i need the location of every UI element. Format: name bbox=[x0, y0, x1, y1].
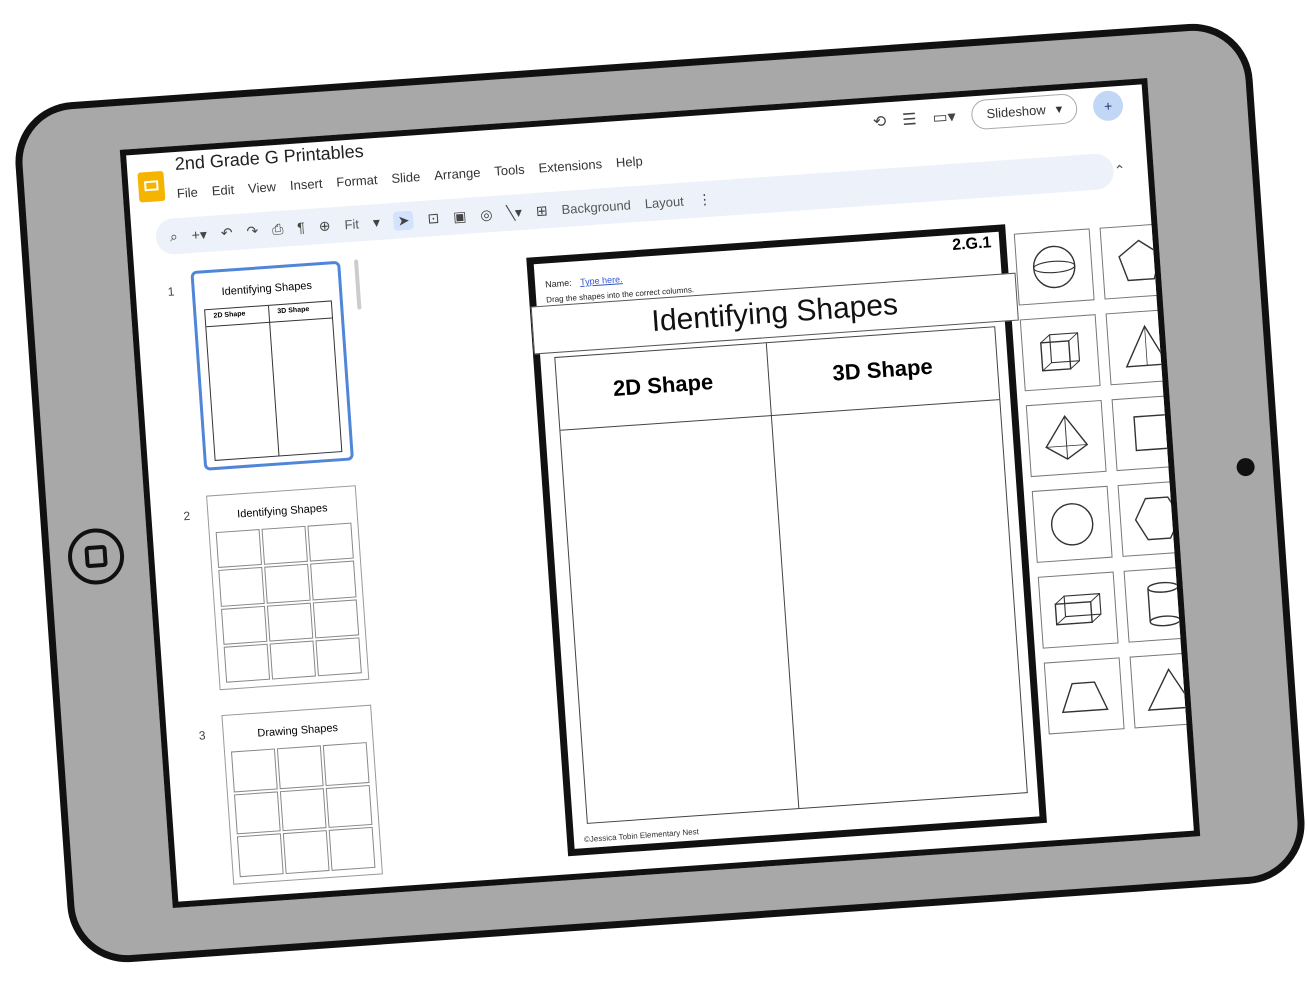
paint-format-icon[interactable]: ¶ bbox=[297, 219, 306, 235]
more-icon[interactable]: ⋮ bbox=[697, 190, 712, 208]
menu-extensions[interactable]: Extensions bbox=[538, 156, 602, 175]
collapse-chevron-icon[interactable]: ⌃ bbox=[1113, 162, 1126, 180]
thumb-slide-3[interactable]: Drawing Shapes bbox=[221, 704, 383, 885]
slideshow-button[interactable]: Slideshow ▾ bbox=[970, 92, 1079, 131]
menu-help[interactable]: Help bbox=[615, 153, 643, 170]
comments-icon[interactable]: ☰ bbox=[902, 109, 918, 130]
pentagon-icon[interactable] bbox=[1099, 222, 1181, 300]
slide-canvas[interactable]: 2.G.1 Name: Type here. Drag the shapes i… bbox=[526, 224, 1047, 857]
stage: 2nd Grade G Printables File Edit View In… bbox=[0, 0, 1307, 989]
circle-icon[interactable] bbox=[1031, 485, 1113, 563]
menu-tools[interactable]: Tools bbox=[494, 162, 525, 179]
hexagon-icon[interactable] bbox=[1117, 479, 1199, 557]
thumb-draw-grid bbox=[230, 742, 376, 878]
zoom-select[interactable]: Fit bbox=[344, 216, 359, 232]
tablet-frame: 2nd Grade G Printables File Edit View In… bbox=[11, 19, 1307, 967]
new-slide-icon[interactable]: +▾ bbox=[191, 225, 207, 243]
home-square-icon bbox=[84, 544, 108, 569]
name-line: Name: Type here. bbox=[545, 274, 623, 289]
slideshow-dropdown-icon[interactable]: ▾ bbox=[1055, 101, 1063, 117]
menu-edit[interactable]: Edit bbox=[211, 182, 234, 199]
slides-logo-icon[interactable] bbox=[137, 170, 166, 203]
comment-add-icon[interactable]: ⊞ bbox=[535, 202, 548, 220]
sorting-table: 2D Shape 3D Shape bbox=[554, 326, 1028, 824]
screen: 2nd Grade G Printables File Edit View In… bbox=[119, 78, 1201, 908]
name-label: Name: bbox=[544, 277, 572, 290]
background-button[interactable]: Background bbox=[561, 197, 631, 217]
image-icon[interactable]: ▣ bbox=[453, 207, 467, 225]
share-icon[interactable]: + bbox=[1092, 89, 1125, 122]
sphere-icon[interactable] bbox=[1013, 228, 1095, 306]
menu-slide[interactable]: Slide bbox=[391, 169, 421, 186]
filmstrip-scrollbar[interactable] bbox=[353, 259, 362, 310]
filmstrip: 1 Identifying Shapes 2D Shape 3D Shape 2… bbox=[154, 259, 407, 892]
search-icon[interactable]: ⌕ bbox=[169, 228, 178, 246]
history-icon[interactable]: ⟲ bbox=[872, 111, 887, 132]
thumb-number: 3 bbox=[198, 728, 206, 743]
copyright: ©Jessica Tobin Elementary Nest bbox=[583, 827, 700, 845]
zoom-dropdown-icon[interactable]: ▾ bbox=[372, 213, 380, 230]
zoom-icon[interactable]: ⊕ bbox=[318, 217, 331, 235]
undo-icon[interactable]: ↶ bbox=[220, 224, 233, 242]
name-textbox[interactable]: Type here. bbox=[580, 274, 623, 287]
slideshow-label: Slideshow bbox=[986, 102, 1047, 122]
filmstrip-item-1[interactable]: 1 Identifying Shapes 2D Shape 3D Shape bbox=[154, 259, 363, 471]
camera-dot bbox=[1236, 457, 1256, 477]
thumb-table: 2D Shape 3D Shape bbox=[204, 300, 343, 461]
thumb-slide-2[interactable]: Identifying Shapes bbox=[206, 485, 370, 691]
meet-icon[interactable]: ▭▾ bbox=[932, 106, 956, 128]
thumb-title: Identifying Shapes bbox=[221, 279, 313, 299]
cylinder-icon[interactable] bbox=[1123, 565, 1201, 643]
thumb-divider bbox=[267, 305, 280, 456]
menu-insert[interactable]: Insert bbox=[289, 176, 322, 193]
square-icon[interactable] bbox=[1111, 393, 1193, 472]
square-pyramid-icon[interactable] bbox=[1025, 399, 1107, 478]
thumb-title: Identifying Shapes bbox=[236, 502, 328, 521]
thumb-number: 2 bbox=[182, 508, 191, 524]
shape-icon[interactable]: ◎ bbox=[480, 206, 493, 224]
trapezoid-icon[interactable] bbox=[1043, 657, 1125, 735]
menu-file[interactable]: File bbox=[176, 185, 198, 201]
shape-palette bbox=[1013, 222, 1201, 735]
filmstrip-item-2[interactable]: 2 Identifying Shapes bbox=[170, 484, 379, 691]
cube-icon[interactable] bbox=[1019, 314, 1101, 392]
col-3d-header: 3D Shape bbox=[831, 353, 934, 386]
thumb-col2: 3D Shape bbox=[277, 306, 310, 316]
thumb-title: Drawing Shapes bbox=[257, 722, 339, 740]
rectangular-prism-icon[interactable] bbox=[1037, 571, 1119, 649]
select-tool-icon[interactable]: ➤ bbox=[393, 210, 415, 231]
standard-code: 2.G.1 bbox=[951, 234, 992, 254]
layout-button[interactable]: Layout bbox=[644, 193, 684, 211]
redo-icon[interactable]: ↷ bbox=[246, 222, 259, 240]
print-icon[interactable]: ⎙ bbox=[272, 220, 284, 238]
doc-title[interactable]: 2nd Grade G Printables bbox=[174, 141, 364, 175]
triangle-icon[interactable] bbox=[1129, 651, 1201, 729]
thumb-number: 1 bbox=[167, 284, 175, 299]
menu-arrange[interactable]: Arrange bbox=[434, 165, 481, 183]
menu-view[interactable]: View bbox=[248, 179, 277, 196]
thumb-shape-grid bbox=[215, 522, 362, 683]
triangle-pyramid-icon[interactable] bbox=[1105, 308, 1187, 386]
home-button[interactable] bbox=[66, 526, 126, 587]
thumb-slide-1[interactable]: Identifying Shapes 2D Shape 3D Shape bbox=[190, 260, 354, 471]
header-divider bbox=[560, 399, 1000, 431]
header-actions: ⟲ ☰ ▭▾ Slideshow ▾ + bbox=[872, 89, 1125, 137]
textbox-icon[interactable]: ⊡ bbox=[427, 209, 440, 227]
col-2d-header: 2D Shape bbox=[612, 369, 714, 401]
thumb-col1: 2D Shape bbox=[213, 310, 246, 320]
menu-format[interactable]: Format bbox=[336, 172, 378, 190]
line-icon[interactable]: ╲▾ bbox=[506, 203, 523, 221]
filmstrip-item-3[interactable]: 3 Drawing Shapes bbox=[186, 703, 395, 885]
